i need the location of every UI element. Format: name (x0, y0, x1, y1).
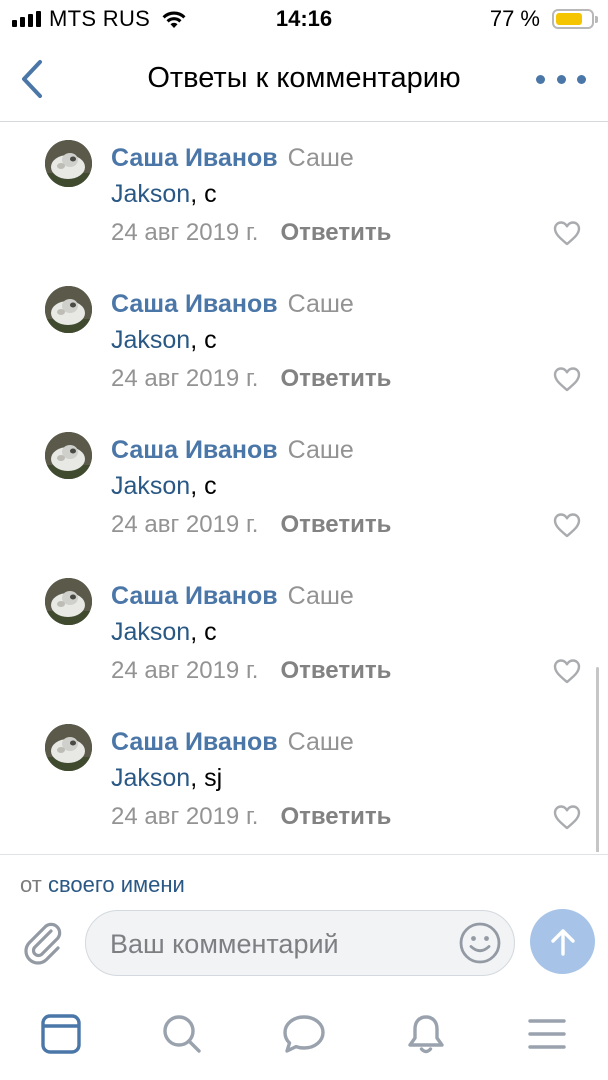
news-feed-icon (41, 1014, 81, 1054)
comment-input[interactable] (108, 911, 452, 977)
reply-to-name[interactable]: Саше (288, 144, 354, 172)
reply-button[interactable]: Ответить (280, 219, 391, 246)
search-icon (163, 1015, 201, 1053)
navigation-bar: Ответы к комментарию (0, 40, 608, 122)
tab-menu[interactable] (523, 1010, 571, 1058)
avatar[interactable] (45, 724, 92, 771)
comment-item: Саша Иванов Саше Jakson, sj 24 авг 2019 г… (0, 706, 608, 852)
heart-icon (553, 513, 581, 538)
avatar[interactable] (45, 578, 92, 625)
more-dots-icon (536, 74, 545, 84)
author-name[interactable]: Саша Иванов (111, 436, 278, 464)
author-name[interactable]: Саша Иванов (111, 144, 278, 172)
comment-text: , c (190, 326, 217, 354)
like-button[interactable] (552, 803, 582, 831)
comment-date: 24 авг 2019 г. (111, 219, 259, 246)
author-name[interactable]: Саша Иванов (111, 582, 278, 610)
heart-icon (553, 367, 581, 392)
emoji-button[interactable] (458, 921, 502, 965)
heart-icon (553, 221, 581, 246)
like-button[interactable] (552, 219, 582, 247)
reply-to-name[interactable]: Саше (288, 728, 354, 756)
attach-button[interactable] (20, 918, 68, 966)
post-as-prefix: от (20, 872, 42, 897)
post-as-selector[interactable]: своего имени (48, 872, 185, 897)
mention-link[interactable]: Jakson (111, 764, 190, 792)
mention-link[interactable]: Jakson (111, 180, 190, 208)
battery-percent: 77 % (489, 6, 540, 31)
mention-link[interactable]: Jakson (111, 618, 190, 646)
comment-text: , sj (190, 764, 223, 792)
messages-icon (283, 1015, 325, 1053)
reply-button[interactable]: Ответить (280, 511, 391, 538)
tab-search[interactable] (158, 1010, 206, 1058)
author-name[interactable]: Саша Иванов (111, 728, 278, 756)
smiley-icon (459, 922, 501, 964)
mention-link[interactable]: Jakson (111, 326, 190, 354)
like-button[interactable] (552, 511, 582, 539)
tab-bar (0, 992, 608, 1080)
avatar[interactable] (45, 432, 92, 479)
replies-list: Саша Иванов Саше Jakson, c 24 авг 2019 г.… (0, 122, 608, 852)
menu-icon (528, 1019, 566, 1049)
comment-item: Саша Иванов Саше Jakson, c 24 авг 2019 г.… (0, 560, 608, 706)
notifications-icon (408, 1015, 444, 1054)
more-options-button[interactable] (536, 64, 586, 94)
reply-button[interactable]: Ответить (280, 365, 391, 392)
post-as-line: от своего имени (20, 872, 185, 898)
comment-date: 24 авг 2019 г. (111, 365, 259, 392)
heart-icon (553, 659, 581, 684)
reply-to-name[interactable]: Саше (288, 436, 354, 464)
reply-to-name[interactable]: Саше (288, 290, 354, 318)
reply-to-name[interactable]: Саше (288, 582, 354, 610)
avatar[interactable] (45, 286, 92, 333)
tab-news[interactable] (37, 1010, 85, 1058)
comment-input-wrapper (85, 910, 515, 977)
battery-fill (556, 13, 583, 25)
comment-date: 24 авг 2019 г. (111, 657, 259, 684)
send-arrow-icon (550, 928, 575, 956)
battery-icon (552, 9, 598, 29)
comment-text: , c (190, 618, 217, 646)
scrollbar[interactable] (596, 667, 599, 852)
comment-date: 24 авг 2019 г. (111, 511, 259, 538)
like-button[interactable] (552, 365, 582, 393)
like-button[interactable] (552, 657, 582, 685)
divider (0, 854, 608, 855)
comment-item: Саша Иванов Саше Jakson, c 24 авг 2019 г.… (0, 268, 608, 414)
send-button[interactable] (530, 909, 595, 974)
tab-notifications[interactable] (402, 1010, 450, 1058)
heart-icon (553, 805, 581, 830)
paperclip-icon (24, 922, 62, 965)
page-title: Ответы к комментарию (147, 62, 461, 94)
status-bar: MTS RUS 14:16 77 % (0, 0, 608, 40)
comment-item: Саша Иванов Саше Jakson, c 24 авг 2019 г.… (0, 414, 608, 560)
comment-item: Саша Иванов Саше Jakson, c 24 авг 2019 г.… (0, 122, 608, 268)
reply-button[interactable]: Ответить (280, 657, 391, 684)
comment-text: , c (190, 180, 217, 208)
reply-button[interactable]: Ответить (280, 803, 391, 830)
comment-text: , c (190, 472, 217, 500)
comment-date: 24 авг 2019 г. (111, 803, 259, 830)
mention-link[interactable]: Jakson (111, 472, 190, 500)
avatar[interactable] (45, 140, 92, 187)
author-name[interactable]: Саша Иванов (111, 290, 278, 318)
tab-messages[interactable] (280, 1010, 328, 1058)
